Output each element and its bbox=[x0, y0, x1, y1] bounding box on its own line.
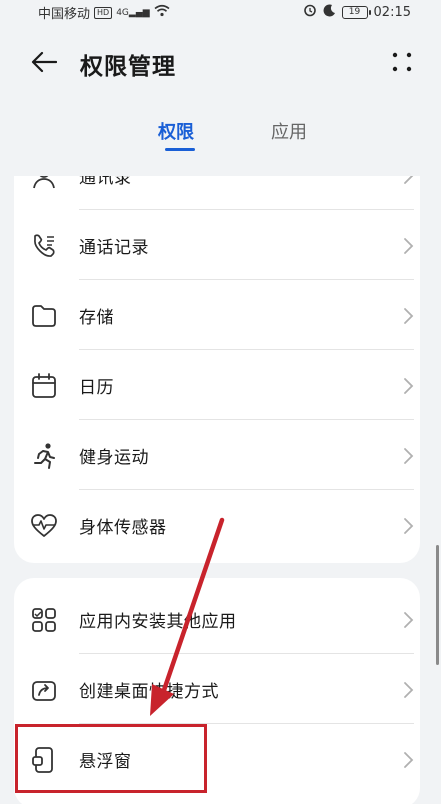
alarm-icon bbox=[303, 3, 317, 21]
signal-icon: 4G▂▄▆ bbox=[116, 7, 150, 18]
heart-rate-icon bbox=[31, 514, 57, 537]
permission-item-call-log[interactable]: 通话记录 bbox=[14, 210, 420, 280]
page-title: 权限管理 bbox=[80, 54, 176, 80]
hd-badge: HD bbox=[94, 6, 113, 19]
chevron-right-icon bbox=[404, 448, 414, 464]
permission-label: 存储 bbox=[79, 308, 114, 328]
battery-icon: 19 bbox=[341, 5, 371, 19]
permission-label: 日历 bbox=[79, 378, 114, 398]
app-header: 权限管理 bbox=[0, 38, 441, 86]
chevron-right-icon bbox=[404, 682, 414, 698]
scrollbar[interactable] bbox=[436, 545, 439, 665]
chevron-right-icon bbox=[404, 612, 414, 628]
folder-icon bbox=[32, 305, 56, 327]
permission-item-fitness[interactable]: 健身运动 bbox=[14, 420, 420, 490]
shortcut-icon bbox=[32, 681, 56, 701]
moon-icon bbox=[323, 3, 336, 21]
chevron-right-icon bbox=[404, 518, 414, 534]
permissions-card: 通讯录 通话记录 存储 日历 健身运动 身体传感器 bbox=[14, 176, 420, 563]
permission-label: 健身运动 bbox=[79, 448, 149, 468]
call-log-icon bbox=[34, 234, 55, 257]
annotation-highlight-box bbox=[15, 724, 207, 793]
calendar-icon bbox=[32, 373, 56, 398]
permission-label: 通话记录 bbox=[79, 238, 149, 258]
carrier-name: 中国移动 bbox=[38, 7, 91, 22]
more-options-button[interactable] bbox=[388, 48, 416, 76]
permission-label: 身体传感器 bbox=[79, 518, 167, 538]
running-icon bbox=[34, 443, 55, 469]
status-right: 19 02:15 bbox=[303, 3, 411, 21]
chevron-right-icon bbox=[404, 752, 414, 768]
chevron-right-icon bbox=[404, 238, 414, 254]
tab-apps[interactable]: 应用 bbox=[271, 118, 307, 144]
permission-item-calendar[interactable]: 日历 bbox=[14, 350, 420, 420]
more-dots-icon bbox=[392, 52, 412, 72]
status-bar: 中国移动 HD 4G▂▄▆ 19 02:15 bbox=[0, 0, 441, 24]
permission-label: 应用内安装其他应用 bbox=[79, 612, 237, 632]
clock-time: 02:15 bbox=[373, 4, 411, 20]
permission-item-storage[interactable]: 存储 bbox=[14, 280, 420, 350]
active-tab-indicator bbox=[165, 148, 195, 151]
tab-bar: 权限 应用 bbox=[0, 118, 441, 158]
app-grid-icon bbox=[32, 608, 56, 632]
permission-item-create-shortcut[interactable]: 创建桌面快捷方式 bbox=[14, 654, 420, 724]
chevron-right-icon bbox=[404, 176, 414, 184]
back-button[interactable] bbox=[28, 46, 60, 78]
wifi-icon bbox=[154, 4, 170, 21]
tab-permissions[interactable]: 权限 bbox=[158, 118, 194, 144]
permission-item-contacts[interactable]: 通讯录 bbox=[14, 176, 420, 210]
chevron-right-icon bbox=[404, 308, 414, 324]
contacts-icon bbox=[33, 176, 55, 189]
permission-label: 创建桌面快捷方式 bbox=[79, 682, 219, 702]
chevron-right-icon bbox=[404, 378, 414, 394]
permission-item-install-apps[interactable]: 应用内安装其他应用 bbox=[14, 584, 420, 654]
back-arrow-icon bbox=[31, 51, 57, 73]
permission-label: 通讯录 bbox=[79, 176, 132, 188]
permission-item-body-sensors[interactable]: 身体传感器 bbox=[14, 490, 420, 560]
status-left: 中国移动 HD 4G▂▄▆ bbox=[38, 3, 170, 22]
